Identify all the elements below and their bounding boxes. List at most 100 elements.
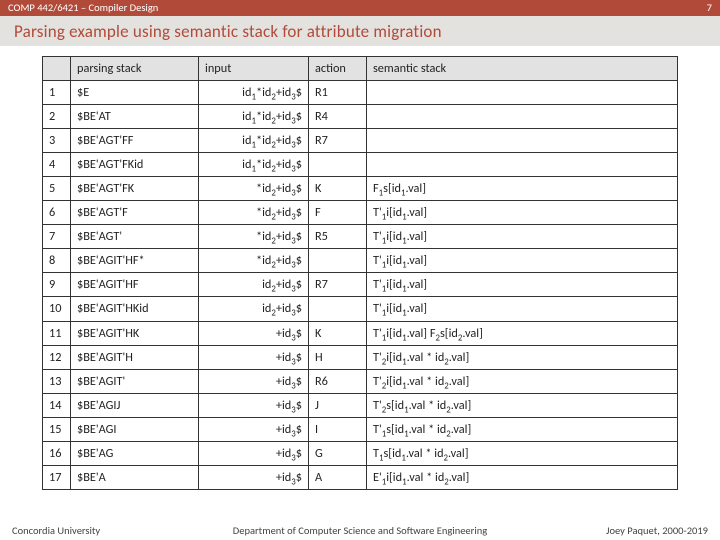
row-num: 1 [43,81,71,105]
table-row: 7$BE'AGT'*id2+id3$R5T'1i[id1.val] [43,225,678,249]
row-num: 9 [43,273,71,297]
row-input: +id3$ [199,465,309,489]
row-num: 6 [43,201,71,225]
col-input: input [199,57,309,81]
row-sem: T'1i[id1.val] F2s[id2.val] [367,321,678,345]
table-body: 1$Eid1*id2+id3$R12$BE'ATid1*id2+id3$R43$… [43,81,678,490]
content-area: parsing stack input action semantic stac… [0,46,720,490]
row-sem: T'1i[id1.val] [367,273,678,297]
row-action: R5 [309,225,367,249]
row-stack: $BE'AGT'FF [71,129,199,153]
row-input: id1*id2+id3$ [199,129,309,153]
row-action [309,249,367,273]
row-input: +id3$ [199,441,309,465]
row-num: 16 [43,441,71,465]
row-input: id1*id2+id3$ [199,153,309,177]
row-num: 10 [43,297,71,321]
row-stack: $BE'AGIT' [71,369,199,393]
row-input: +id3$ [199,345,309,369]
table-row: 5$BE'AGT'FK*id2+id3$KF1s[id1.val] [43,177,678,201]
row-sem: T'1s[id1.val * id2.val] [367,417,678,441]
header-bar: COMP 442/6421 – Compiler Design 7 [0,0,720,16]
row-stack: $BE'A [71,465,199,489]
row-stack: $E [71,81,199,105]
row-sem [367,105,678,129]
row-sem [367,129,678,153]
footer-mid: Department of Computer Science and Softw… [0,524,720,537]
table-row: 13$BE'AGIT'+id3$R6T'2i[id1.val * id2.val… [43,369,678,393]
row-input: id2+id3$ [199,297,309,321]
row-num: 8 [43,249,71,273]
row-action: K [309,321,367,345]
row-sem: T'2s[id1.val * id2.val] [367,393,678,417]
row-input: +id3$ [199,393,309,417]
table-row: 1$Eid1*id2+id3$R1 [43,81,678,105]
row-input: *id2+id3$ [199,225,309,249]
row-sem: F1s[id1.val] [367,177,678,201]
row-stack: $BE'AGT'FKid [71,153,199,177]
row-input: id2+id3$ [199,273,309,297]
table-row: 17$BE'A+id3$AE'1i[id1.val * id2.val] [43,465,678,489]
row-input: +id3$ [199,369,309,393]
table-row: 3$BE'AGT'FFid1*id2+id3$R7 [43,129,678,153]
row-input: id1*id2+id3$ [199,81,309,105]
row-num: 3 [43,129,71,153]
row-sem: T'1i[id1.val] [367,225,678,249]
row-sem: E'1i[id1.val * id2.val] [367,465,678,489]
row-num: 14 [43,393,71,417]
table-row: 12$BE'AGIT'H+id3$HT'2i[id1.val * id2.val… [43,345,678,369]
row-input: +id3$ [199,417,309,441]
row-sem: T'2i[id1.val * id2.val] [367,369,678,393]
row-num: 11 [43,321,71,345]
row-stack: $BE'AGI [71,417,199,441]
footer: Concordia University Department of Compu… [0,524,720,537]
row-sem [367,153,678,177]
table-row: 2$BE'ATid1*id2+id3$R4 [43,105,678,129]
col-stack: parsing stack [71,57,199,81]
row-stack: $BE'AGT'FK [71,177,199,201]
row-sem: T'1i[id1.val] [367,249,678,273]
row-stack: $BE'AGIJ [71,393,199,417]
title-bar: Parsing example using semantic stack for… [0,16,720,46]
row-sem: T'2i[id1.val * id2.val] [367,345,678,369]
row-stack: $BE'AT [71,105,199,129]
row-num: 5 [43,177,71,201]
table-row: 15$BE'AGI+id3$IT'1s[id1.val * id2.val] [43,417,678,441]
row-num: 2 [43,105,71,129]
row-action: H [309,345,367,369]
row-input: id1*id2+id3$ [199,105,309,129]
row-action: R1 [309,81,367,105]
row-stack: $BE'AGIT'H [71,345,199,369]
row-stack: $BE'AGIT'HKid [71,297,199,321]
row-action: R7 [309,129,367,153]
row-sem: T1s[id1.val * id2.val] [367,441,678,465]
row-input: *id2+id3$ [199,201,309,225]
table-row: 9$BE'AGIT'HFid2+id3$R7T'1i[id1.val] [43,273,678,297]
row-action: A [309,465,367,489]
row-stack: $BE'AGIT'HF* [71,249,199,273]
row-stack: $BE'AG [71,441,199,465]
row-sem: T'1i[id1.val] [367,201,678,225]
row-num: 17 [43,465,71,489]
row-action [309,153,367,177]
row-stack: $BE'AGIT'HK [71,321,199,345]
row-num: 4 [43,153,71,177]
row-num: 13 [43,369,71,393]
table-header-row: parsing stack input action semantic stac… [43,57,678,81]
parsing-table: parsing stack input action semantic stac… [42,56,678,490]
col-num [43,57,71,81]
row-input: *id2+id3$ [199,249,309,273]
row-action [309,297,367,321]
col-action: action [309,57,367,81]
table-row: 10$BE'AGIT'HKidid2+id3$T'1i[id1.val] [43,297,678,321]
col-sem: semantic stack [367,57,678,81]
page-number: 7 [707,0,712,16]
row-action: R4 [309,105,367,129]
row-stack: $BE'AGT' [71,225,199,249]
row-action: R6 [309,369,367,393]
slide-title: Parsing example using semantic stack for… [14,21,442,42]
table-row: 16$BE'AG+id3$GT1s[id1.val * id2.val] [43,441,678,465]
course-code: COMP 442/6421 – Compiler Design [8,0,158,16]
row-stack: $BE'AGIT'HF [71,273,199,297]
row-action: J [309,393,367,417]
